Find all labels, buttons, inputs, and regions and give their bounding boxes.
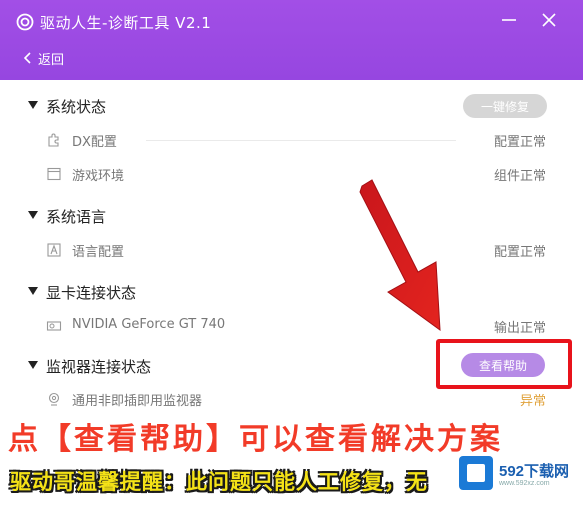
close-icon[interactable]	[537, 8, 561, 32]
collapse-triangle-icon	[28, 211, 38, 219]
row-label: 游戏环境	[72, 169, 125, 184]
app-title: 驱动人生-诊断工具 V2.1	[40, 14, 212, 32]
row-monitor: 通用非即插即用监视器 异常	[46, 385, 546, 415]
watermark-url: www.592xz.com	[499, 480, 550, 487]
row-label: 语言配置	[72, 245, 125, 260]
back-button[interactable]: 返回	[24, 48, 64, 68]
collapse-triangle-icon	[28, 287, 38, 295]
gpu-icon	[46, 321, 62, 331]
highlight-box	[436, 339, 572, 389]
app-logo-icon	[16, 13, 34, 31]
one-click-repair-button[interactable]: 一键修复	[463, 94, 547, 118]
window-icon	[47, 167, 61, 181]
webcam-icon	[48, 392, 60, 406]
chevron-left-icon	[24, 52, 31, 64]
row-gpu: NVIDIA GeForce GT 740 输出正常	[46, 312, 546, 342]
title-bar: 驱动人生-诊断工具 V2.1 返回	[0, 0, 583, 80]
row-status: 输出正常	[493, 321, 546, 336]
row-dx-config: DX配置 配置正常	[46, 126, 546, 156]
section-label: 监视器连接状态	[46, 358, 152, 376]
row-game-env: 游戏环境 组件正常	[46, 160, 546, 190]
section-label: 显卡连接状态	[46, 284, 137, 302]
row-divider	[146, 140, 456, 141]
back-label: 返回	[38, 52, 65, 68]
collapse-triangle-icon	[28, 101, 38, 109]
row-label: DX配置	[72, 135, 117, 150]
watermark-logo-icon	[459, 456, 493, 490]
row-label: 通用非即插即用监视器	[72, 394, 203, 409]
section-system-language[interactable]: 系统语言	[28, 202, 553, 232]
row-status: 配置正常	[493, 135, 546, 150]
site-watermark: 592下载网 www.592xz.com	[455, 450, 573, 506]
caption-main: 点【查看帮助】可以查看解决方案	[8, 422, 503, 457]
caption-sub: 驱动哥温馨提醒：此问题只能人工修复，无	[10, 470, 428, 494]
minimize-icon[interactable]	[497, 8, 521, 32]
font-icon	[47, 243, 61, 257]
row-status-error: 异常	[519, 394, 546, 409]
section-gpu-connection[interactable]: 显卡连接状态	[28, 278, 553, 308]
row-status: 组件正常	[493, 169, 546, 184]
row-label: NVIDIA GeForce GT 740	[72, 317, 226, 332]
row-language-config: 语言配置 配置正常	[46, 236, 546, 266]
collapse-triangle-icon	[28, 361, 38, 369]
row-status: 配置正常	[493, 245, 546, 260]
puzzle-icon	[48, 133, 59, 147]
section-label: 系统语言	[46, 208, 107, 226]
watermark-brand: 592下载网	[499, 463, 570, 480]
section-label: 系统状态	[46, 98, 107, 116]
